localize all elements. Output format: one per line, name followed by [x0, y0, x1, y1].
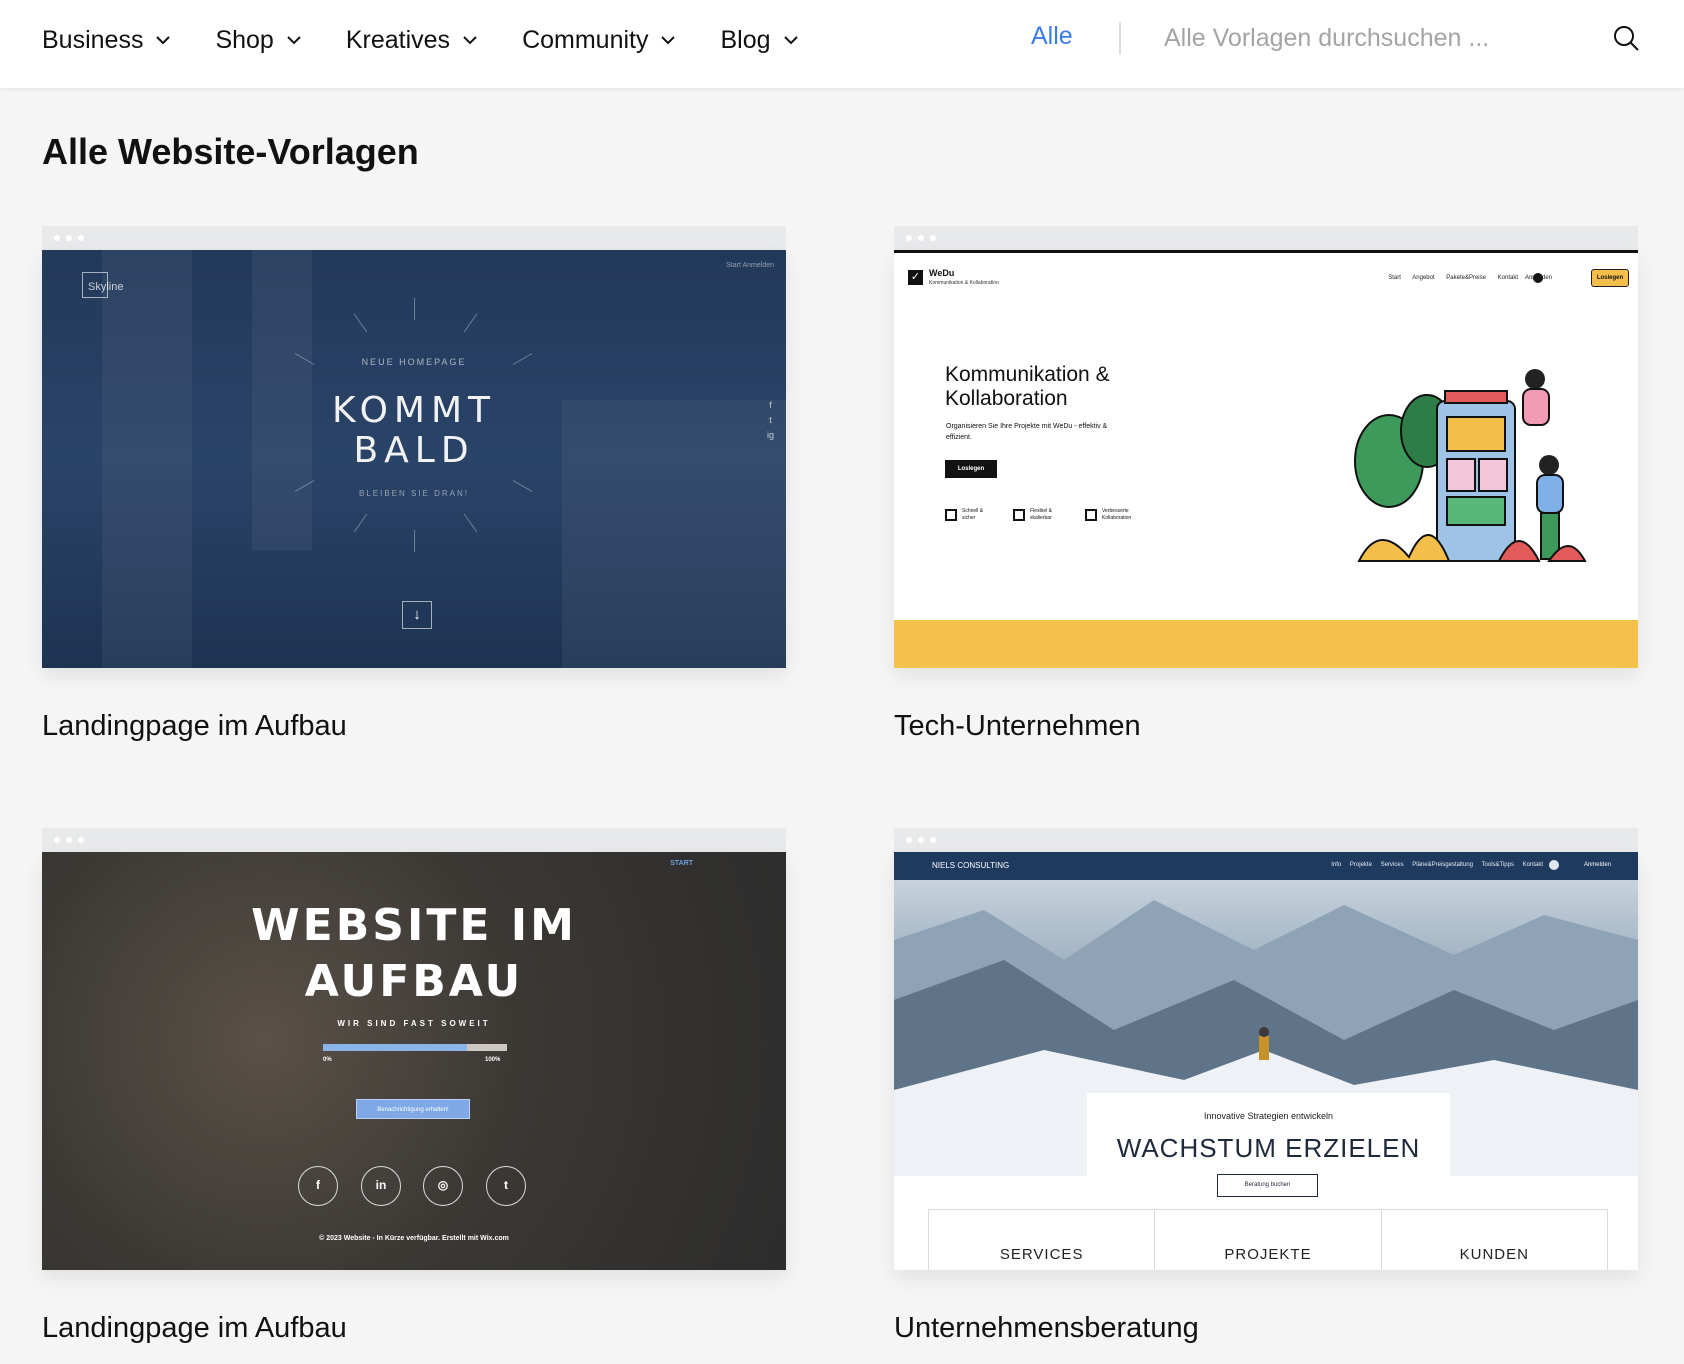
preview-brand: WeDu: [929, 268, 955, 278]
preview-headline: Kommunikation & Kollaboration: [945, 363, 1110, 411]
instagram-icon: ◎: [423, 1166, 463, 1206]
preview-title: WACHSTUM ERZIELEN: [1116, 1133, 1421, 1163]
page-title: Alle Website-Vorlagen: [42, 131, 419, 172]
nav-item-label: Kreatives: [345, 25, 451, 54]
twitter-icon: t: [486, 1166, 526, 1206]
preview-title-line2: BALD: [353, 430, 475, 471]
preview-subtitle: BLEIBEN SIE DRAN!: [358, 489, 470, 498]
template-card-unternehmensberatung[interactable]: NIELS CONSULTING Info Projekte Services …: [894, 828, 1638, 1345]
nav-item-community[interactable]: Community: [522, 26, 676, 55]
title-line2: AUFBAU: [304, 956, 524, 1007]
user-icon: [1549, 860, 1559, 870]
progress-bar: [323, 1044, 507, 1051]
template-card-landingpage-coming-soon[interactable]: START WEBSITE IM AUFBAU WIR SIND FAST SO…: [42, 828, 786, 1345]
chevron-down-icon: [156, 36, 171, 45]
template-preview[interactable]: START WEBSITE IM AUFBAU WIR SIND FAST SO…: [42, 852, 786, 1270]
preview-toplinks: Start Anmelden: [726, 262, 774, 269]
search-divider: [1119, 22, 1121, 54]
instagram-icon: ig: [766, 430, 774, 440]
section-tab: PROJEKTE: [1155, 1210, 1382, 1270]
preview-lead: Organisieren Sie Ihre Projekte mit WeDu …: [946, 423, 1108, 441]
chevron-down-icon: [783, 36, 798, 45]
scale-icon: [1013, 509, 1025, 521]
progress-fill: [323, 1044, 467, 1051]
nav-item-label: Shop: [215, 25, 274, 54]
facebook-icon: f: [298, 1166, 338, 1206]
template-preview[interactable]: ✓ WeDu Kommunikation & Kollaboration Sta…: [894, 250, 1638, 668]
section-tab: SERVICES: [929, 1210, 1156, 1270]
preview-cta-top: Loslegen: [1591, 269, 1629, 287]
nav-item-kreatives[interactable]: Kreatives: [346, 26, 478, 55]
browser-chrome: [42, 828, 786, 852]
template-preview[interactable]: NIELS CONSULTING Info Projekte Services …: [894, 852, 1638, 1270]
preview-menu: Info Projekte Services Pläne&Preisgestal…: [1331, 862, 1543, 868]
preview-login: Anmelden: [1583, 862, 1611, 868]
nav-item-shop[interactable]: Shop: [215, 26, 301, 55]
preview-login: Anmelden: [1524, 275, 1552, 281]
template-preview[interactable]: Skyline Start Anmelden NEUE HOMEPAGE KOM…: [42, 250, 786, 668]
yellow-footer-band: [894, 620, 1638, 668]
illustration-image: [1354, 369, 1587, 562]
browser-chrome: [42, 226, 786, 250]
preview-pretitle: NEUE HOMEPAGE: [361, 357, 467, 367]
template-caption[interactable]: Tech-Unternehmen: [894, 710, 1638, 743]
linkedin-icon: in: [361, 1166, 401, 1206]
template-card-landingpage-skyline[interactable]: Skyline Start Anmelden NEUE HOMEPAGE KOM…: [42, 226, 786, 743]
template-caption[interactable]: Landingpage im Aufbau: [42, 1312, 786, 1345]
browser-chrome: [894, 828, 1638, 852]
preview-kicker: Innovative Strategien entwickeln: [1203, 1111, 1334, 1121]
preview-notify-button: Benachrichtigung erhalten!: [356, 1099, 470, 1119]
nav-item-business[interactable]: Business: [42, 26, 171, 55]
nav-item-label: Blog: [720, 25, 771, 54]
preview-button: Loslegen: [945, 460, 997, 478]
search-input[interactable]: [1164, 16, 1584, 60]
section-tab: KUNDEN: [1459, 1246, 1529, 1263]
progress-end-label: 100%: [485, 1057, 501, 1063]
feature-item: Verbesserte Kollaboration: [1085, 508, 1131, 522]
search-icon[interactable]: [1612, 24, 1640, 52]
feature-item: Flexibel & skalierbar: [1013, 508, 1052, 522]
browser-chrome: [894, 226, 1638, 250]
lock-icon: [945, 509, 957, 521]
preview-start-link: START: [670, 860, 693, 867]
nav-item-label: Business: [42, 25, 144, 54]
chevron-down-icon: [463, 36, 477, 45]
collaboration-icon: [1085, 509, 1097, 521]
scroll-down-icon: ↓: [402, 601, 432, 629]
preview-section-tabs: SERVICES PROJEKTE KUNDEN: [928, 1209, 1608, 1270]
category-nav: Business Shop Kreatives Community Blog: [42, 0, 843, 80]
preview-tagline: WIR SIND FAST SOWEIT: [337, 1019, 491, 1028]
checkmark-logo-icon: ✓: [908, 270, 923, 285]
filter-all-dropdown[interactable]: Alle: [1031, 22, 1073, 51]
template-caption[interactable]: Unternehmensberatung: [894, 1312, 1638, 1345]
preview-social-icons: f t ig: [767, 398, 774, 443]
preview-company-name: NIELS CONSULTING: [932, 861, 1010, 870]
preview-button: Beratung buchen: [1217, 1174, 1318, 1197]
nav-item-blog[interactable]: Blog: [720, 26, 798, 55]
facebook-icon: f: [769, 400, 772, 410]
chevron-down-icon: [661, 36, 676, 45]
progress-start-label: 0%: [323, 1057, 332, 1063]
template-caption[interactable]: Landingpage im Aufbau: [42, 710, 786, 743]
title-line1: WEBSITE IM: [251, 900, 577, 951]
chevron-down-icon: [287, 36, 301, 45]
preview-brand-sub: Kommunikation & Kollaboration: [929, 280, 999, 286]
headline-line2: Kollaboration: [945, 387, 1068, 410]
headline-line1: Kommunikation &: [945, 363, 1110, 386]
twitter-icon: t: [769, 415, 772, 425]
preview-title-line1: KOMMT: [331, 390, 497, 431]
template-card-tech-unternehmen[interactable]: ✓ WeDu Kommunikation & Kollaboration Sta…: [894, 226, 1638, 743]
preview-menu: Start Angebot Pakete&Preise Kontakt: [1388, 275, 1518, 281]
preview-footer: © 2023 Website - In Kürze verfügbar. Ers…: [319, 1235, 509, 1242]
nav-item-label: Community: [522, 25, 649, 54]
hero-panel: Innovative Strategien entwickeln WACHSTU…: [1087, 1093, 1450, 1201]
top-navigation-bar: Business Shop Kreatives Community Blog A…: [0, 0, 1684, 88]
preview-title: WEBSITE IM AUFBAU: [42, 898, 786, 1010]
preview-logo: Skyline: [88, 281, 124, 293]
feature-item: Schnell & sicher: [945, 508, 983, 522]
